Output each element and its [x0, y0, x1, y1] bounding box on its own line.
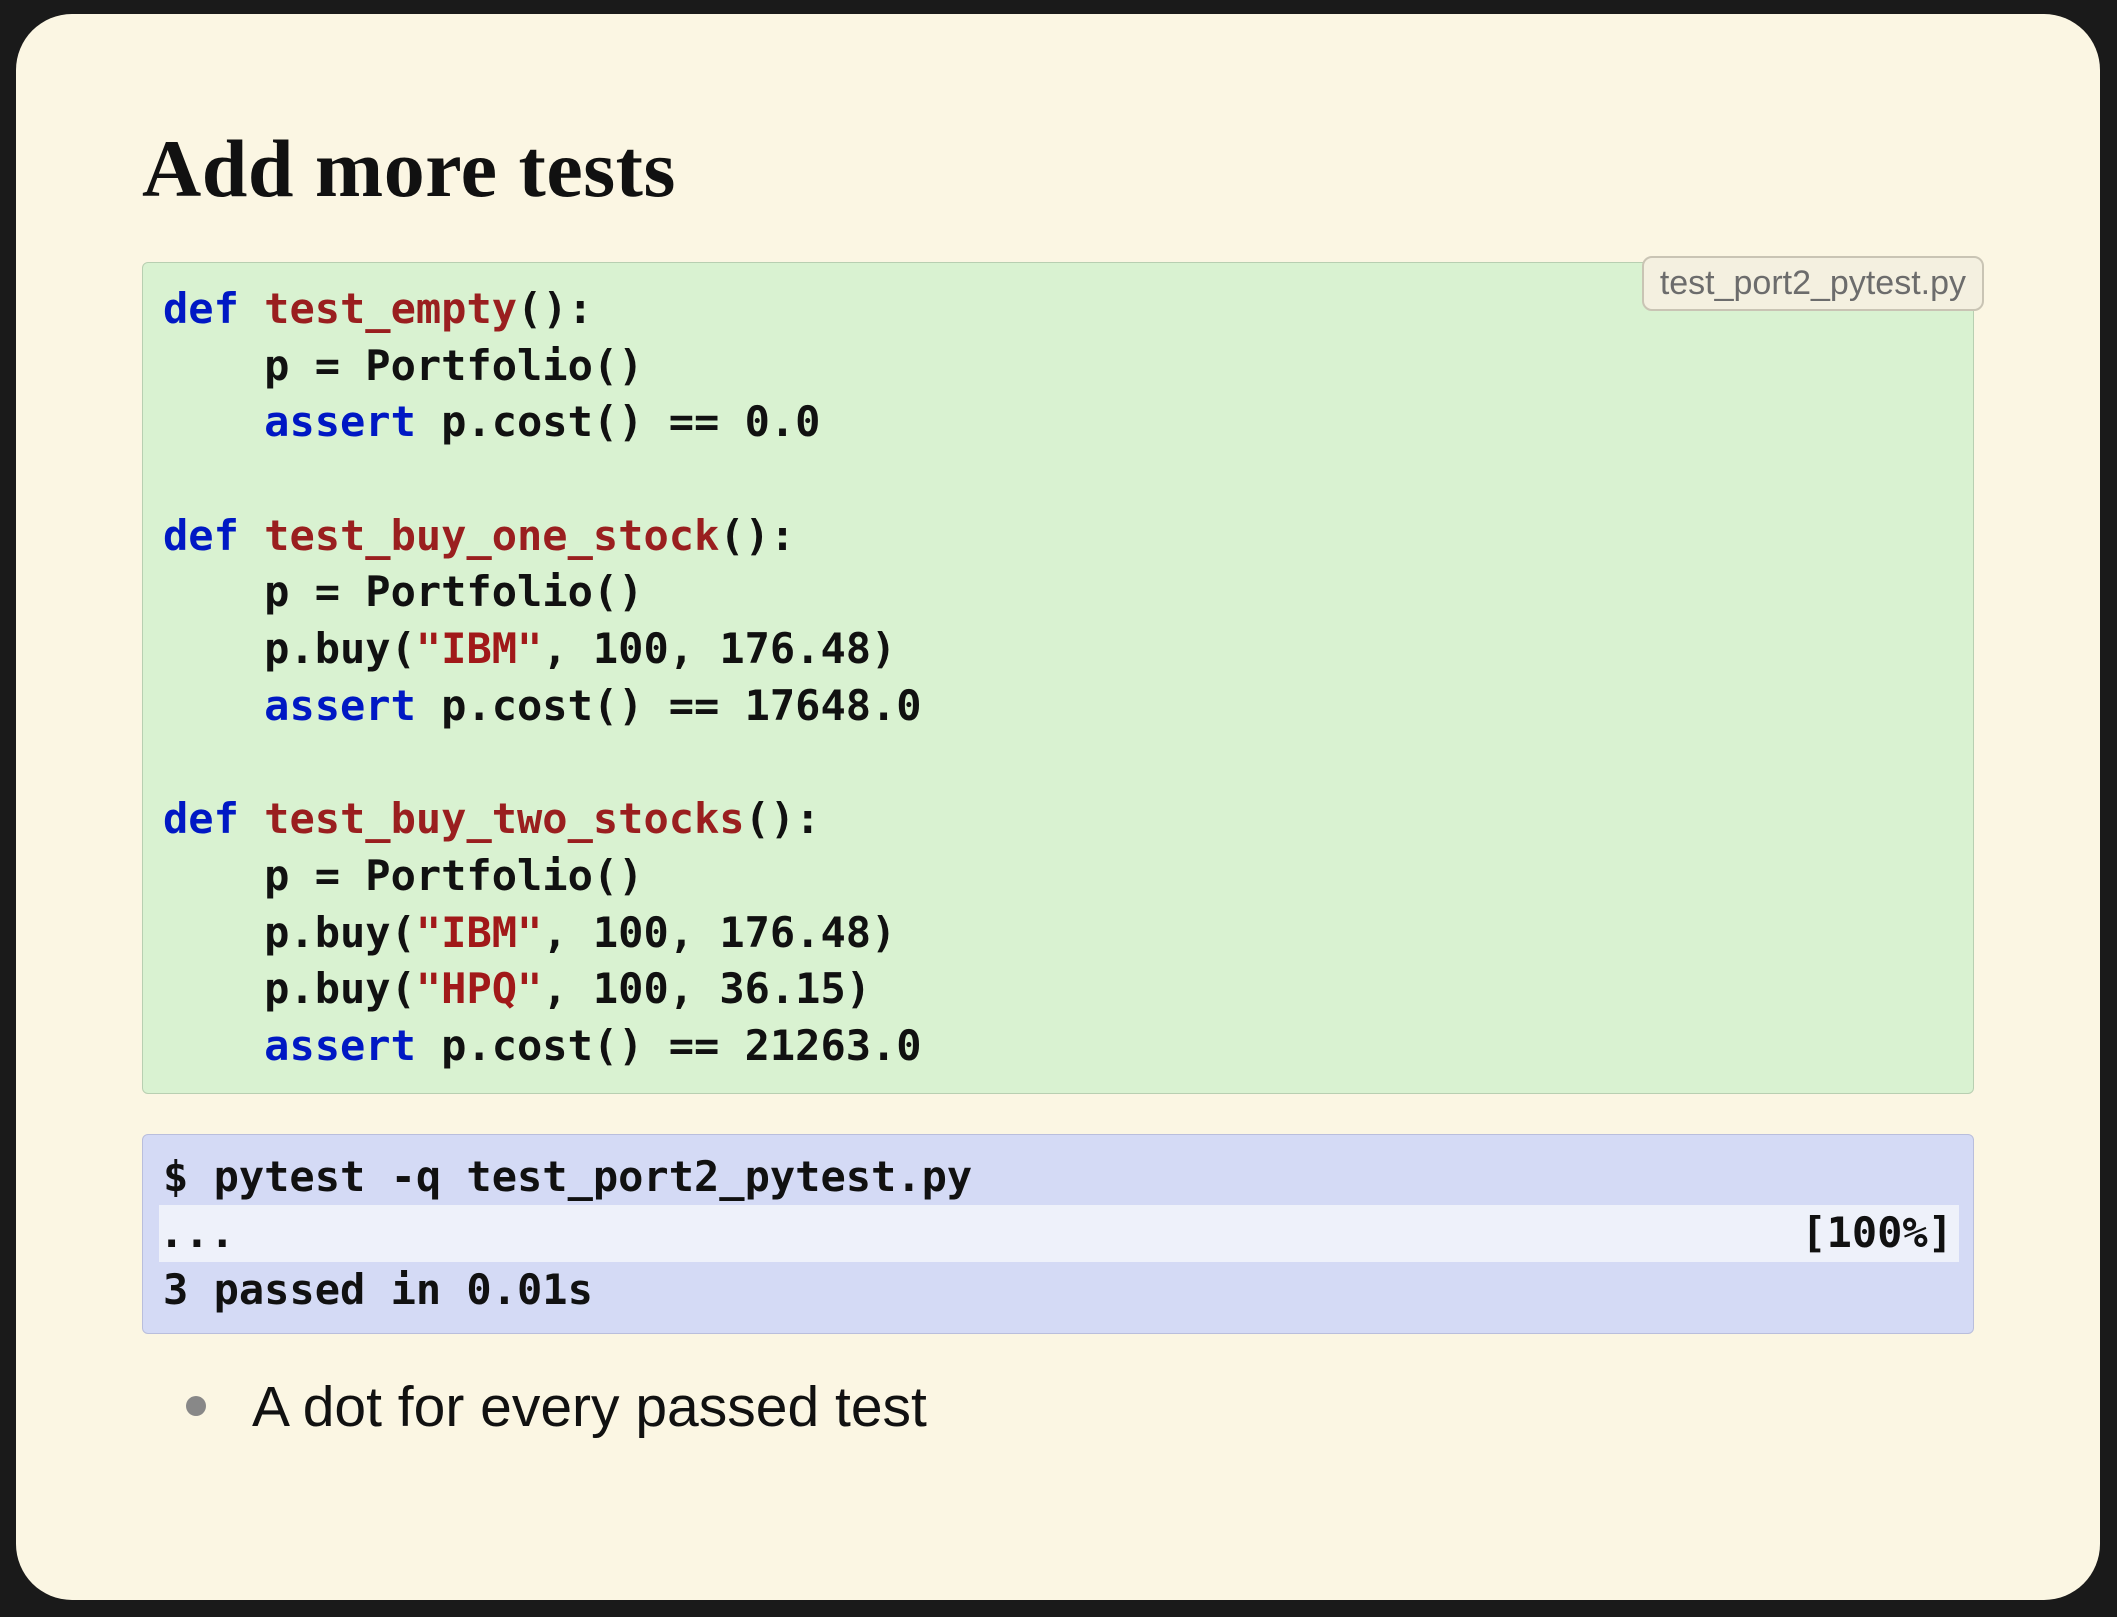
code-text: ():: [719, 511, 795, 560]
string-literal: "HPQ": [416, 964, 542, 1013]
code-indent: [163, 397, 264, 446]
keyword-assert: assert: [264, 1021, 416, 1070]
terminal-dots: ...: [159, 1205, 235, 1262]
code-line: p = Portfolio(): [163, 567, 643, 616]
code-text: , 100, 176.48): [542, 624, 896, 673]
slide-title: Add more tests: [142, 122, 1974, 216]
func-name: test_buy_two_stocks: [264, 794, 744, 843]
func-name: test_empty: [264, 284, 517, 333]
code-text: ():: [517, 284, 593, 333]
string-literal: "IBM": [416, 908, 542, 957]
keyword-assert: assert: [264, 681, 416, 730]
code-text: p.buy(: [163, 908, 416, 957]
code-text: , 100, 176.48): [542, 908, 896, 957]
code-line: p = Portfolio(): [163, 851, 643, 900]
code-text: , 100, 36.15): [542, 964, 871, 1013]
code-line: p = Portfolio(): [163, 341, 643, 390]
keyword-def: def: [163, 794, 239, 843]
python-code-block: def test_empty(): p = Portfolio() assert…: [142, 262, 1974, 1094]
terminal-percent: [100%]: [1801, 1205, 1953, 1262]
terminal-progress-row: ... [100%]: [159, 1205, 1959, 1262]
terminal-command: $ pytest -q test_port2_pytest.py: [163, 1149, 1955, 1206]
func-name: test_buy_one_stock: [264, 511, 719, 560]
code-filename-tag: test_port2_pytest.py: [1642, 256, 1984, 311]
slide-card: Add more tests test_port2_pytest.py def …: [16, 14, 2100, 1600]
code-text: p.buy(: [163, 624, 416, 673]
code-text: ():: [745, 794, 821, 843]
code-block-wrap: test_port2_pytest.py def test_empty(): p…: [142, 262, 1974, 1094]
code-text: p.buy(: [163, 964, 416, 1013]
code-text: p.cost() == 21263.0: [416, 1021, 922, 1070]
bullet-item: A dot for every passed test: [186, 1370, 1974, 1444]
keyword-def: def: [163, 511, 239, 560]
terminal-summary: 3 passed in 0.01s: [163, 1262, 1955, 1319]
keyword-assert: assert: [264, 397, 416, 446]
code-indent: [163, 681, 264, 730]
code-indent: [163, 1021, 264, 1070]
bullet-list: A dot for every passed test: [142, 1370, 1974, 1444]
terminal-output: $ pytest -q test_port2_pytest.py ... [10…: [142, 1134, 1974, 1334]
string-literal: "IBM": [416, 624, 542, 673]
keyword-def: def: [163, 284, 239, 333]
code-text: p.cost() == 0.0: [416, 397, 821, 446]
code-text: p.cost() == 17648.0: [416, 681, 922, 730]
